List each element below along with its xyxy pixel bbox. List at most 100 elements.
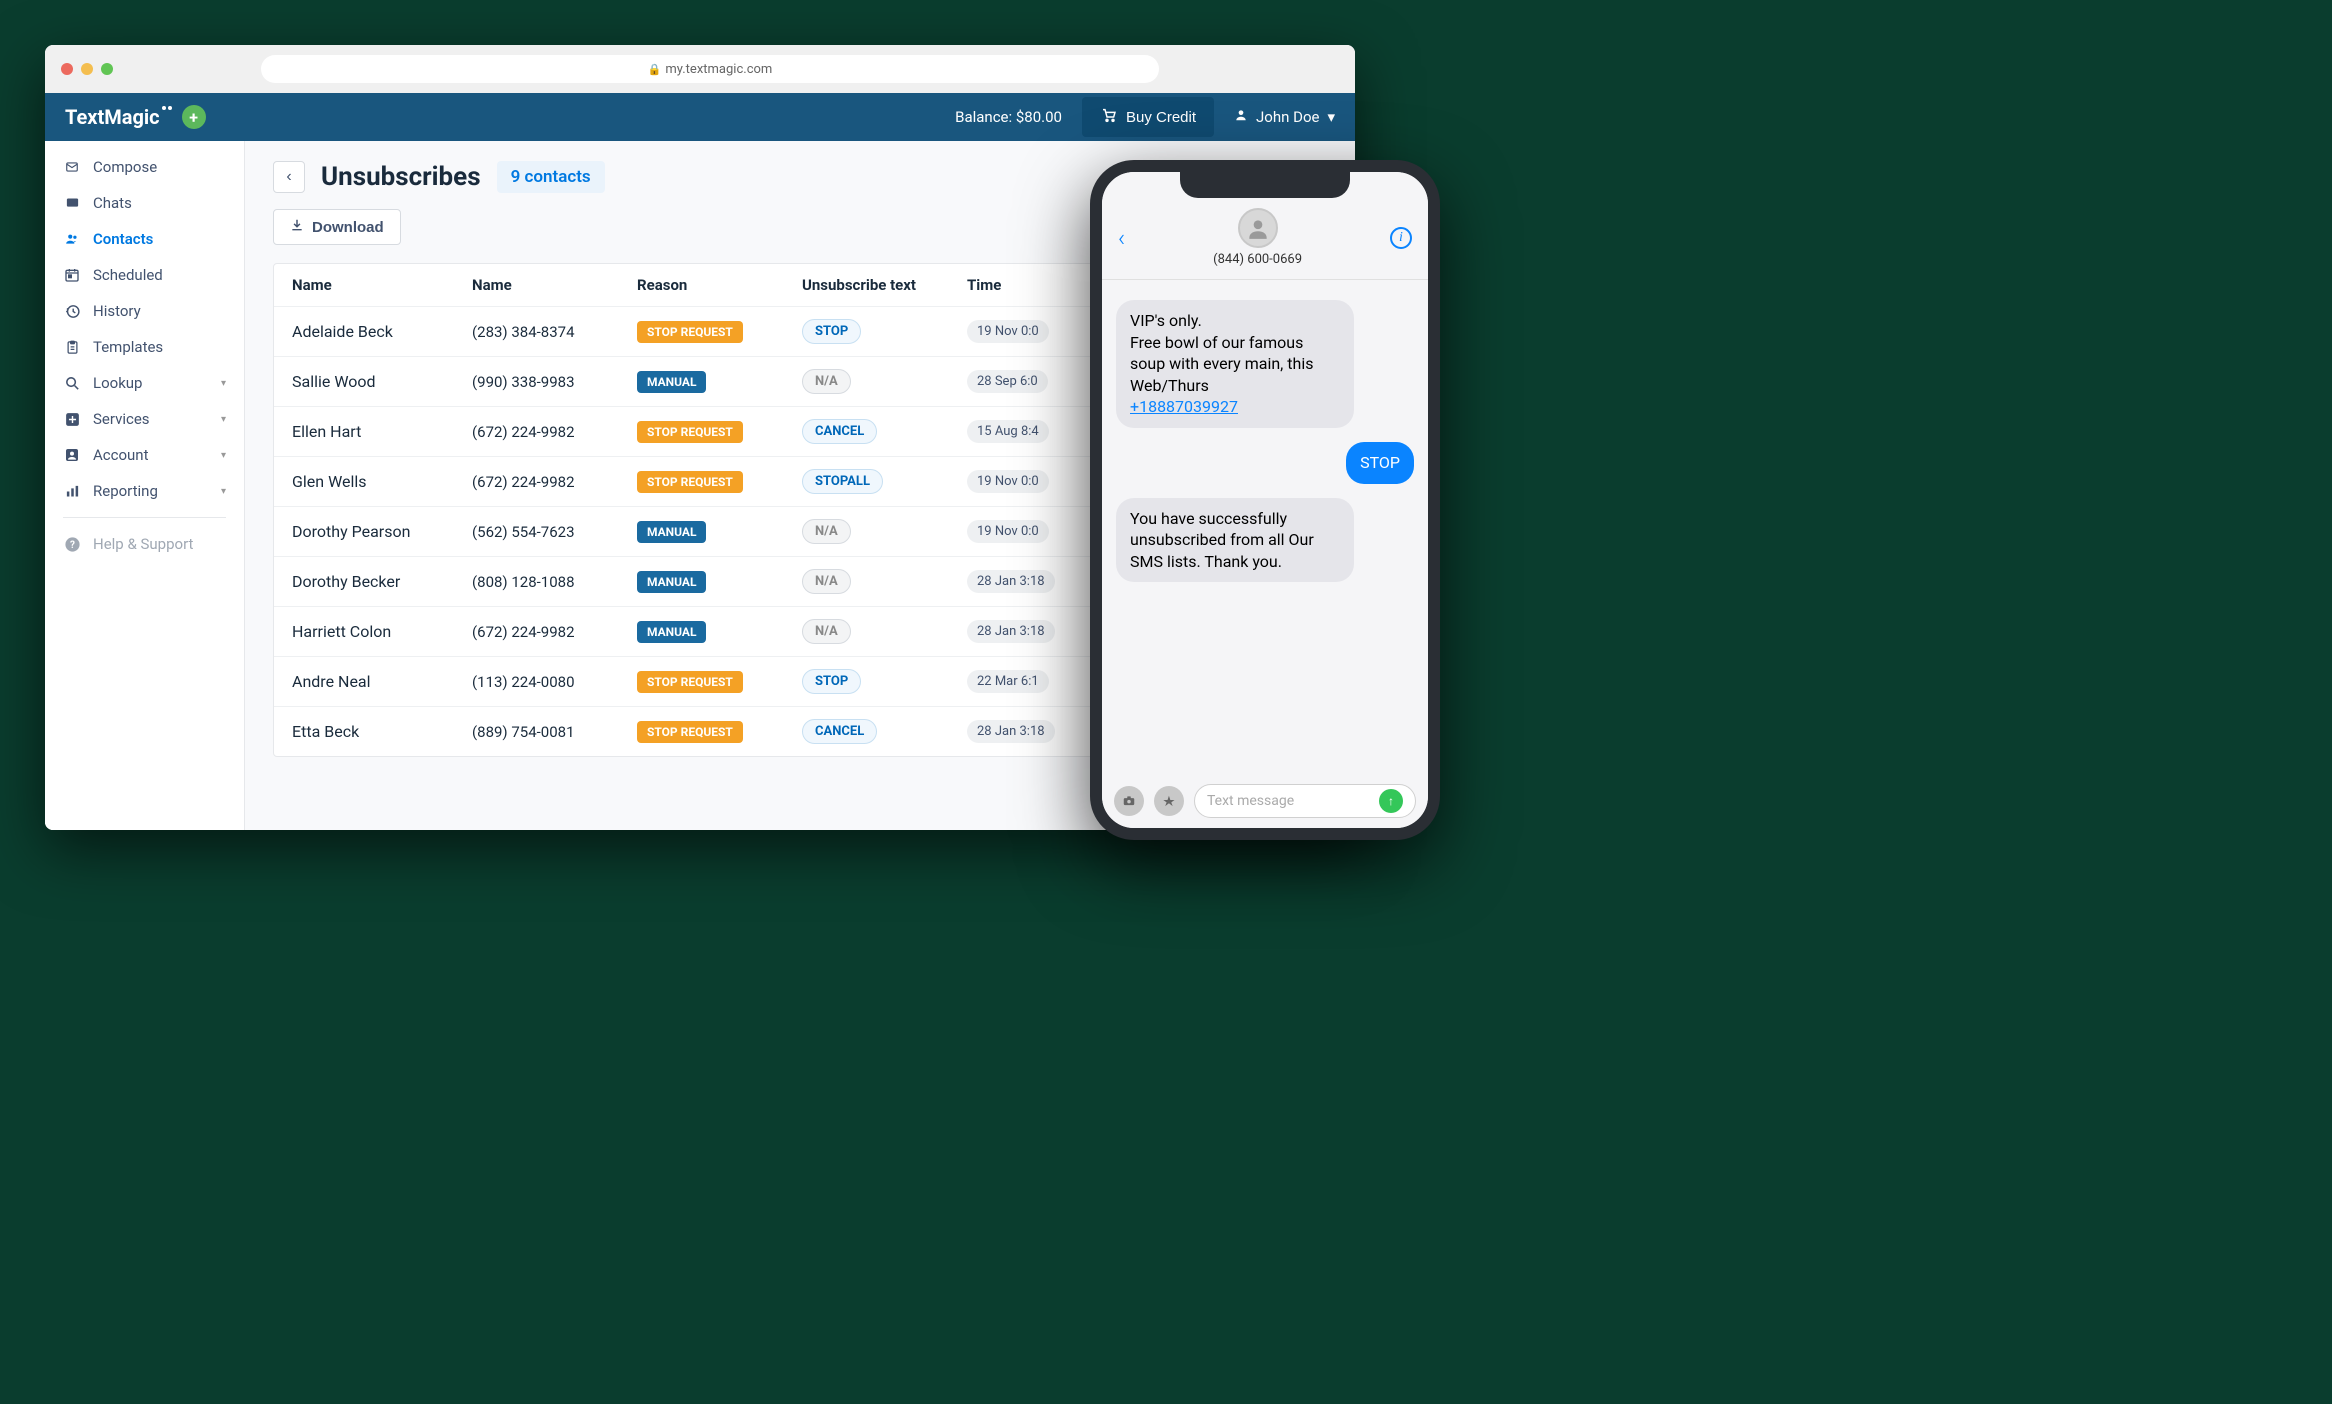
sidebar-item-label: Scheduled xyxy=(93,266,163,284)
reason-badge: MANUAL xyxy=(637,571,706,593)
outgoing-message: STOP xyxy=(1346,442,1414,484)
sidebar-item-contacts[interactable]: Contacts xyxy=(45,221,244,257)
col-reason: Reason xyxy=(637,276,802,294)
calendar-icon xyxy=(63,267,81,283)
reason-badge: STOP REQUEST xyxy=(637,421,743,443)
sidebar: ComposeChats Contacts Scheduled History Temp… xyxy=(45,141,245,830)
cell-time: 28 Jan 3:18 xyxy=(967,620,1087,643)
cell-time: 15 Aug 8:4 xyxy=(967,420,1087,443)
user-menu[interactable]: John Doe ▾ xyxy=(1234,108,1335,126)
sidebar-item-compose[interactable]: Compose xyxy=(45,149,244,185)
unsubscribe-text-pill: STOP xyxy=(802,319,861,344)
time-pill: 28 Jan 3:18 xyxy=(967,720,1055,743)
time-pill: 19 Nov 0:0 xyxy=(967,320,1049,343)
sidebar-item-reporting[interactable]: Reporting▾ xyxy=(45,473,244,509)
chevron-down-icon: ▾ xyxy=(221,486,226,497)
buy-credit-label: Buy Credit xyxy=(1126,109,1196,126)
services-icon xyxy=(63,411,81,428)
info-button[interactable]: i xyxy=(1390,227,1412,249)
contact-number: (844) 600-0669 xyxy=(1213,252,1302,267)
cell-phone: (672) 224-9982 xyxy=(472,623,637,641)
cell-time: 19 Nov 0:0 xyxy=(967,320,1087,343)
logo[interactable]: TextMagic + xyxy=(65,105,206,129)
cell-phone: (113) 224-0080 xyxy=(472,673,637,691)
sidebar-item-chats[interactable]: Chats xyxy=(45,185,244,221)
time-pill: 28 Sep 6:0 xyxy=(967,370,1048,393)
window-minimize-icon[interactable] xyxy=(81,63,93,75)
lock-icon: 🔒 xyxy=(648,63,662,76)
cell-reason: STOP REQUEST xyxy=(637,671,802,693)
phone-back-button[interactable]: ‹ xyxy=(1118,224,1125,252)
time-pill: 19 Nov 0:0 xyxy=(967,520,1049,543)
cell-phone: (808) 128-1088 xyxy=(472,573,637,591)
time-pill: 28 Jan 3:18 xyxy=(967,570,1055,593)
cell-text: N/A xyxy=(802,519,967,544)
svg-text:?: ? xyxy=(70,540,75,551)
unsubscribe-text-pill: STOP xyxy=(802,669,861,694)
cell-name: Dorothy Pearson xyxy=(292,522,472,541)
apps-icon[interactable] xyxy=(1154,786,1184,816)
contact-avatar-icon[interactable] xyxy=(1238,208,1278,248)
cell-reason: MANUAL xyxy=(637,621,802,643)
send-button[interactable]: ↑ xyxy=(1379,789,1403,813)
url-text: my.textmagic.com xyxy=(665,62,772,77)
sidebar-item-scheduled[interactable]: Scheduled xyxy=(45,257,244,293)
col-time: Time xyxy=(967,276,1087,294)
download-button[interactable]: Download xyxy=(273,209,401,245)
sidebar-item-account[interactable]: Account▾ xyxy=(45,437,244,473)
sidebar-item-label: Contacts xyxy=(93,230,153,248)
reporting-icon xyxy=(63,484,81,499)
sidebar-item-lookup[interactable]: Lookup▾ xyxy=(45,365,244,401)
cell-time: 19 Nov 0:0 xyxy=(967,470,1087,493)
messages-list[interactable]: VIP's only.Free bowl of our famous soup … xyxy=(1102,280,1428,774)
cell-phone: (283) 384-8374 xyxy=(472,323,637,341)
unsubscribe-text-pill: N/A xyxy=(802,619,851,644)
cell-time: 19 Nov 0:0 xyxy=(967,520,1087,543)
unsubscribe-text-pill: CANCEL xyxy=(802,719,877,744)
cell-name: Etta Beck xyxy=(292,722,472,741)
sidebar-item-templates[interactable]: Templates xyxy=(45,329,244,365)
message-text: You have successfully unsubscribed from … xyxy=(1130,509,1314,571)
sidebar-item-history[interactable]: History xyxy=(45,293,244,329)
compose-icon xyxy=(63,160,81,174)
cell-reason: MANUAL xyxy=(637,571,802,593)
contact-count-badge: 9 contacts xyxy=(497,161,605,193)
col-phone: Name xyxy=(472,276,637,294)
sidebar-item-label: Help & Support xyxy=(93,535,193,553)
unsubscribe-text-pill: N/A xyxy=(802,369,851,394)
window-close-icon[interactable] xyxy=(61,63,73,75)
back-button[interactable]: ‹ xyxy=(273,161,305,193)
phone-mockup: ‹ (844) 600-0669 i VIP's only.Free bowl … xyxy=(1090,160,1440,840)
browser-chrome: 🔒 my.textmagic.com xyxy=(45,45,1355,93)
cell-reason: MANUAL xyxy=(637,521,802,543)
logo-plus-icon[interactable]: + xyxy=(182,105,206,129)
cell-text: CANCEL xyxy=(802,719,967,744)
cell-reason: STOP REQUEST xyxy=(637,421,802,443)
reason-badge: STOP REQUEST xyxy=(637,471,743,493)
sidebar-item-label: Templates xyxy=(93,338,163,356)
logo-signal-icon xyxy=(162,106,172,116)
cell-reason: STOP REQUEST xyxy=(637,321,802,343)
message-link[interactable]: +18887039927 xyxy=(1130,397,1238,416)
chevron-down-icon: ▾ xyxy=(221,450,226,461)
time-pill: 19 Nov 0:0 xyxy=(967,470,1049,493)
sidebar-item-help[interactable]: ? Help & Support xyxy=(45,526,244,562)
unsubscribe-text-pill: N/A xyxy=(802,569,851,594)
cell-time: 22 Mar 6:1 xyxy=(967,670,1087,693)
reason-badge: STOP REQUEST xyxy=(637,671,743,693)
sidebar-item-services[interactable]: Services▾ xyxy=(45,401,244,437)
message-input[interactable]: Text message ↑ xyxy=(1194,784,1416,818)
page-title: Unsubscribes xyxy=(321,162,481,192)
camera-icon[interactable] xyxy=(1114,786,1144,816)
buy-credit-button[interactable]: Buy Credit xyxy=(1082,97,1214,137)
reason-badge: MANUAL xyxy=(637,521,706,543)
url-bar[interactable]: 🔒 my.textmagic.com xyxy=(261,55,1159,83)
unsubscribe-text-pill: CANCEL xyxy=(802,419,877,444)
cell-text: N/A xyxy=(802,569,967,594)
incoming-message: VIP's only.Free bowl of our famous soup … xyxy=(1116,300,1354,428)
unsubscribe-text-pill: N/A xyxy=(802,519,851,544)
cell-text: STOP xyxy=(802,319,967,344)
window-maximize-icon[interactable] xyxy=(101,63,113,75)
chevron-down-icon: ▾ xyxy=(221,414,226,425)
message-text: VIP's only.Free bowl of our famous soup … xyxy=(1130,311,1313,395)
